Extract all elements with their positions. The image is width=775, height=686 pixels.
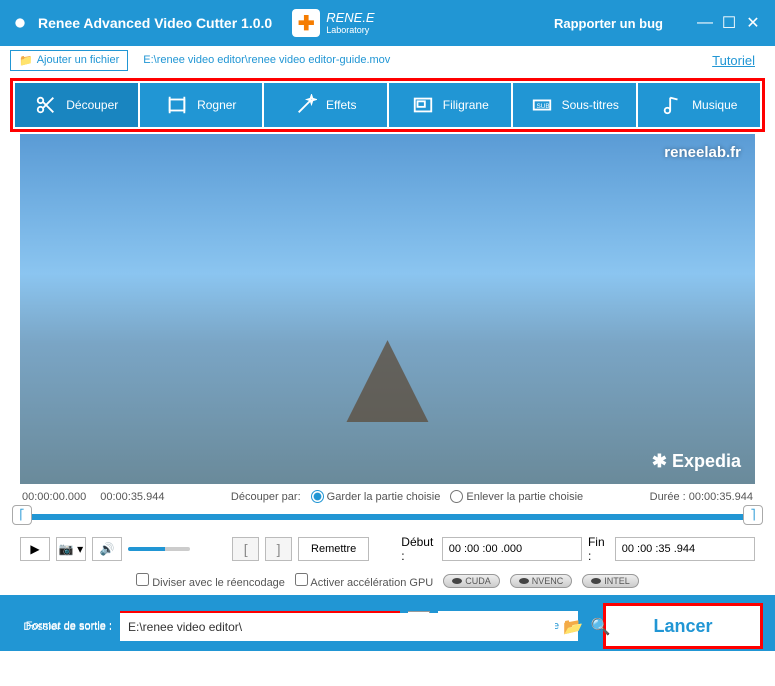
app-title: Renee Advanced Video Cutter 1.0.0 — [38, 15, 272, 31]
browse-folder-icon[interactable]: 📂 — [563, 617, 583, 637]
tab-label: Sous-titres — [562, 98, 619, 112]
snapshot-button[interactable]: 📷 ▾ — [56, 537, 86, 561]
checkbox-gpu[interactable]: Activer accélération GPU — [295, 573, 433, 589]
tab-label: Effets — [326, 98, 356, 112]
bottom-panel: Format de sortie : MP4 Video (*.mp4) ▴ P… — [0, 595, 775, 651]
timecode-end: 00:00:35.944 — [100, 491, 164, 503]
preview-content: ▲ — [318, 304, 457, 444]
tab-watermark[interactable]: Filigrane — [389, 83, 512, 127]
badge-intel: INTEL — [582, 574, 639, 588]
tabs-bar: Découper Rogner Effets Filigrane SUB Sou… — [10, 78, 765, 132]
volume-slider[interactable] — [128, 547, 190, 551]
range-slider[interactable]: ⎡ ⎤ — [0, 507, 775, 527]
folder-plus-icon: 📁 — [19, 54, 33, 67]
volume-button[interactable]: 🔊 — [92, 537, 122, 561]
folder-label: Dossier de sortie : — [12, 621, 112, 633]
tab-music[interactable]: Musique — [638, 83, 761, 127]
plus-icon: ✚ — [292, 9, 320, 37]
svg-text:SUB: SUB — [536, 103, 549, 110]
watermark-icon — [411, 93, 435, 117]
cut-by-label: Découper par: — [231, 491, 301, 503]
tab-label: Musique — [692, 98, 737, 112]
brand-name: RENE.E — [326, 10, 374, 25]
brand-sub: Laboratory — [326, 25, 374, 35]
tab-cut[interactable]: Découper — [15, 83, 138, 127]
video-preview[interactable]: reneelab.fr ▲ Expedia — [20, 134, 755, 484]
slider-handle-right[interactable]: ⎤ — [743, 505, 763, 525]
badge-cuda: CUDA — [443, 574, 500, 588]
report-bug-link[interactable]: Rapporter un bug — [554, 16, 663, 31]
timecode-row: 00:00:00.000 00:00:35.944 Découper par: … — [0, 486, 775, 507]
titlebar: Renee Advanced Video Cutter 1.0.0 ✚ RENE… — [0, 0, 775, 46]
crop-icon — [165, 93, 189, 117]
launch-button[interactable]: Lancer — [603, 603, 763, 649]
play-button[interactable]: ▶ — [20, 537, 50, 561]
mark-out-button[interactable]: ] — [265, 537, 292, 561]
radio-keep-input[interactable] — [311, 490, 324, 503]
slider-handle-left[interactable]: ⎡ — [12, 505, 32, 525]
checkbox-split[interactable]: Diviser avec le réencodage — [136, 573, 285, 589]
add-file-button[interactable]: 📁 Ajouter un fichier — [10, 50, 128, 71]
minimize-button[interactable]: — — [693, 14, 717, 32]
tab-crop[interactable]: Rogner — [140, 83, 263, 127]
maximize-button[interactable]: ☐ — [717, 13, 741, 33]
tab-effects[interactable]: Effets — [264, 83, 387, 127]
end-time-label: Fin : — [588, 535, 609, 563]
options-row: Diviser avec le réencodage Activer accél… — [0, 569, 775, 595]
slider-track[interactable] — [20, 514, 755, 520]
radio-keep-label: Garder la partie choisie — [327, 491, 441, 503]
radio-keep[interactable]: Garder la partie choisie — [311, 490, 441, 503]
app-icon — [10, 13, 30, 33]
tab-label: Filigrane — [443, 98, 489, 112]
tab-label: Rogner — [197, 98, 236, 112]
preview-brand: Expedia — [652, 451, 741, 472]
add-file-label: Ajouter un fichier — [37, 54, 120, 66]
output-folder-input[interactable]: E:\renee video editor\ — [120, 613, 555, 641]
playback-controls: ▶ 📷 ▾ 🔊 [ ] Remettre Début : Fin : — [0, 527, 775, 569]
duration-label: Durée : 00:00:35.944 — [650, 491, 753, 503]
top-toolbar: 📁 Ajouter un fichier E:\renee video edit… — [0, 46, 775, 74]
wand-icon — [294, 93, 318, 117]
scissors-icon — [34, 93, 58, 117]
preview-watermark: reneelab.fr — [664, 144, 741, 161]
music-icon — [660, 93, 684, 117]
badge-nvenc: NVENC — [510, 574, 573, 588]
reset-button[interactable]: Remettre — [298, 537, 369, 561]
close-button[interactable]: ✕ — [741, 13, 765, 33]
tab-subtitles[interactable]: SUB Sous-titres — [513, 83, 636, 127]
brand-logo: ✚ RENE.E Laboratory — [292, 9, 374, 37]
start-time-input[interactable] — [442, 537, 582, 561]
tab-label: Découper — [66, 98, 118, 112]
search-icon[interactable]: 🔍 — [591, 617, 611, 637]
radio-remove[interactable]: Enlever la partie choisie — [450, 490, 583, 503]
radio-remove-label: Enlever la partie choisie — [466, 491, 583, 503]
mark-in-button[interactable]: [ — [232, 537, 259, 561]
start-time-label: Début : — [401, 535, 435, 563]
tutorial-link[interactable]: Tutoriel — [712, 53, 755, 68]
end-time-input[interactable] — [615, 537, 755, 561]
timecode-start: 00:00:00.000 — [22, 491, 86, 503]
file-path: E:\renee video editor\renee video editor… — [143, 54, 390, 66]
subtitles-icon: SUB — [530, 93, 554, 117]
radio-remove-input[interactable] — [450, 490, 463, 503]
